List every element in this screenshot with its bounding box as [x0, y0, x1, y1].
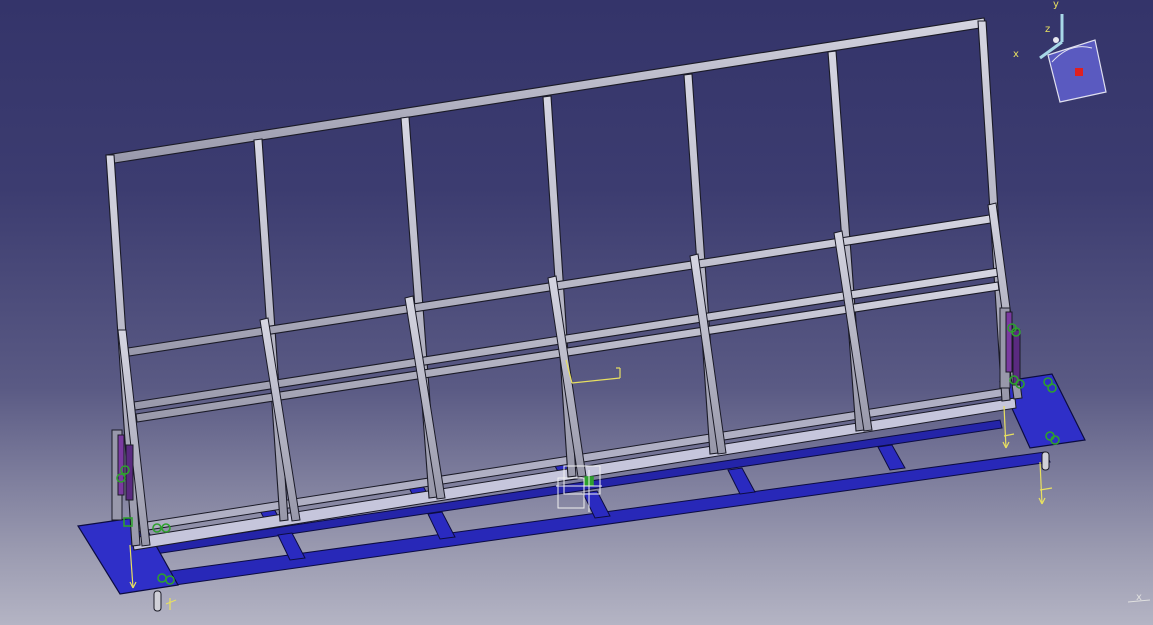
compass-x-label: x: [1013, 49, 1019, 60]
compass-z-label: z: [1045, 24, 1051, 35]
cad-scene[interactable]: [0, 0, 1153, 625]
3d-viewport[interactable]: y z x x: [0, 0, 1153, 625]
compass-y-label: y: [1053, 0, 1059, 10]
right-hydraulic-cylinder[interactable]: [999, 307, 1021, 389]
corner-axis-label: x: [1136, 592, 1142, 603]
